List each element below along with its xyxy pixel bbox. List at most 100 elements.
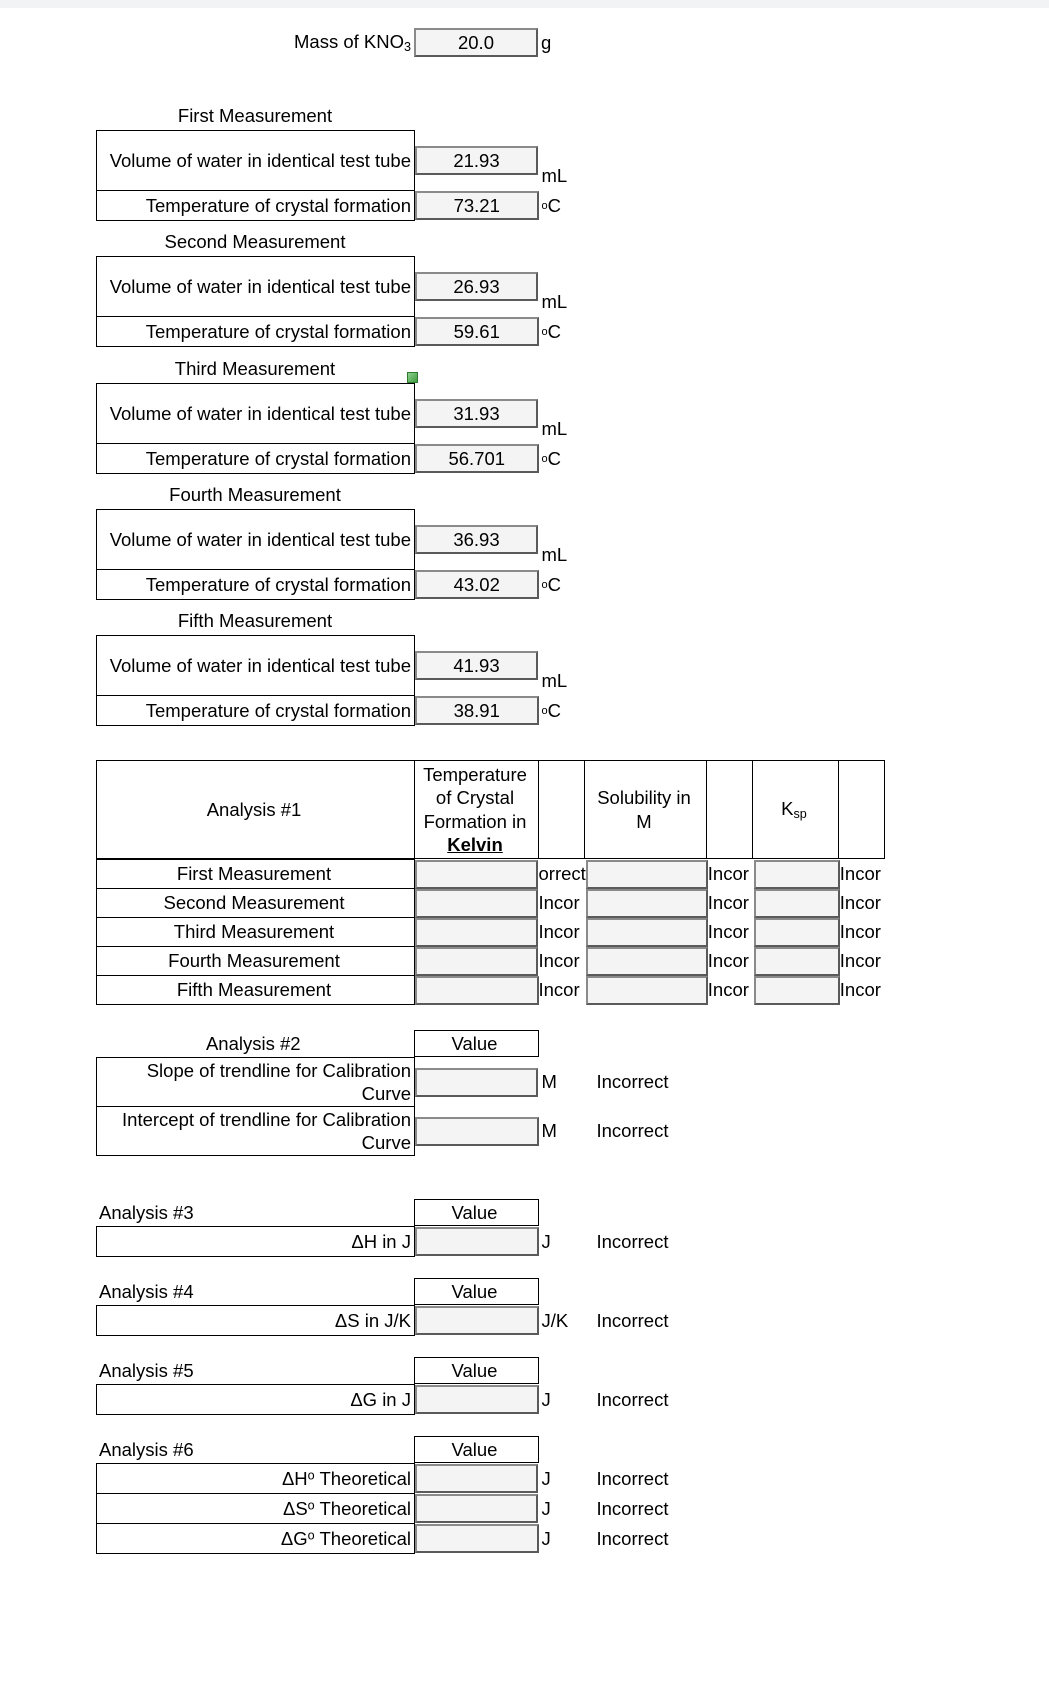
analysis5-title: Analysis #5 [99,1359,194,1381]
analysis1-rows: First Measurement orrect Incor Incor Second … [96,859,886,1005]
temperature-verdict: orrect [538,863,586,884]
volume-input[interactable]: 26.93 [415,272,538,301]
row-verdict: Incorrect [596,1388,669,1410]
analysis1-header-temp-verdict [538,760,585,859]
solubility-verdict: Incor [707,863,749,884]
table-row: Third Measurement Incor Incor Incor [96,917,886,947]
kelvin-emphasis: Kelvin [447,833,503,855]
table-row: Fifth Measurement Incor Incor Incor [96,975,886,1005]
value-input[interactable] [415,1116,539,1146]
volume-label: Volume of water in identical test tube [96,635,415,696]
measurement-block: Third Measurement Volume of water in iden… [96,358,568,474]
analysis4-section: Analysis #4 Value ΔS in J/K J/K Incorrect [96,1278,668,1336]
solubility-input[interactable] [585,917,708,947]
volume-label: Volume of water in identical test tube [96,256,415,317]
value-input[interactable] [415,1524,539,1553]
measurement-block: Fourth Measurement Volume of water in ide… [96,484,568,600]
solubility-input[interactable] [585,946,708,976]
row-unit: M [541,1071,557,1092]
solubility-input[interactable] [585,859,708,889]
row-label: Fourth Measurement [96,946,415,976]
table-row: ΔGo Theoretical J Incorrect [96,1523,668,1554]
analysis1-header-sol-verdict [706,760,753,859]
temperature-verdict: Incor [538,892,580,913]
mass-input[interactable]: 20.0 [414,28,538,57]
solubility-verdict: Incor [707,892,749,913]
comment-marker-icon [407,372,418,383]
temperature-kelvin-input[interactable] [415,975,539,1005]
ksp-verdict: Incor [839,979,881,1000]
ksp-verdict: Incor [839,950,881,971]
temperature-kelvin-input[interactable] [415,859,538,889]
row-label: ΔH in J [96,1226,415,1257]
ksp-input[interactable] [753,888,840,918]
analysis6-title: Analysis #6 [99,1438,194,1460]
volume-input[interactable]: 31.93 [415,399,538,428]
temperature-kelvin-input[interactable] [415,917,538,947]
temperature-input[interactable]: 38.91 [415,696,539,725]
temperature-kelvin-input[interactable] [415,946,538,976]
temperature-input[interactable]: 59.61 [415,317,539,346]
row-verdict: Incorrect [596,1071,669,1092]
ksp-verdict: Incor [839,863,881,884]
temperature-input[interactable]: 43.02 [415,570,539,599]
ksp-input[interactable] [753,946,840,976]
solubility-input[interactable] [585,975,708,1005]
volume-input[interactable]: 21.93 [415,146,538,175]
value-input[interactable] [415,1385,539,1414]
volume-unit: mL [541,669,568,691]
analysis2-title: Analysis #2 [205,1032,301,1054]
row-unit: J [541,1497,551,1519]
temperature-input[interactable]: 56.701 [415,444,539,473]
temperature-verdict: Incor [538,921,580,942]
volume-unit: mL [541,290,568,312]
analysis1-header-ksp-verdict [838,760,885,859]
analysis1-header-solubility: Solubility in M [584,760,707,859]
ksp-input[interactable] [753,917,840,947]
measurement-block: Second Measurement Volume of water in ide… [96,231,568,347]
analysis2-section: Analysis #2 Value Slope of trendline for C… [96,1030,668,1156]
ksp-input[interactable] [753,859,840,889]
temperature-unit: oC [541,320,562,342]
volume-unit: mL [541,164,568,186]
volume-input[interactable]: 41.93 [415,651,538,680]
solubility-input[interactable] [585,888,708,918]
value-input[interactable] [415,1494,538,1523]
table-row: Slope of trendline for Calibration Curve… [96,1057,669,1107]
solubility-verdict: Incor [707,950,749,971]
table-row: ΔG in J J Incorrect [96,1384,669,1415]
table-row: ΔHo Theoretical J Incorrect [96,1463,668,1494]
temperature-input[interactable]: 73.21 [415,191,539,220]
ksp-input[interactable] [753,975,840,1005]
value-input[interactable] [415,1464,538,1493]
window-top-strip [0,0,1049,8]
row-unit: M [541,1120,557,1141]
temperature-unit: oC [541,194,562,216]
table-row: Intercept of trendline for Calibration C… [96,1106,668,1156]
value-input[interactable] [415,1227,539,1256]
mass-unit: g [541,31,552,53]
temperature-label: Temperature of crystal formation [96,443,415,474]
analysis1-section: Analysis #1 Temperature of Crystal Forma… [96,760,886,1005]
row-label: First Measurement [96,859,415,889]
analysis1-header-ksp: Ksp [752,760,839,859]
volume-unit: mL [541,543,568,565]
row-verdict: Incorrect [596,1497,669,1519]
temperature-unit: oC [541,699,562,721]
value-column-header: Value [413,1030,539,1057]
value-input[interactable] [415,1306,539,1335]
measurement-block: First Measurement Volume of water in iden… [96,105,568,221]
analysis1-title: Analysis #1 [96,760,415,859]
value-column-header: Value [413,1436,539,1463]
row-label: Second Measurement [96,888,415,918]
table-row: ΔS in J/K J/K Incorrect [96,1305,668,1336]
analysis1-header-temperature: Temperature of Crystal Formation in Kelv… [414,760,539,859]
measurement-title: Second Measurement [164,231,346,252]
volume-input[interactable]: 36.93 [415,525,538,554]
analysis4-title: Analysis #4 [99,1280,194,1302]
temperature-kelvin-input[interactable] [415,888,538,918]
row-unit: J [541,1527,551,1549]
row-label: Slope of trendline for Calibration Curve [96,1057,415,1107]
mass-label: Mass of KNO3 [294,30,411,54]
value-input[interactable] [415,1067,538,1097]
